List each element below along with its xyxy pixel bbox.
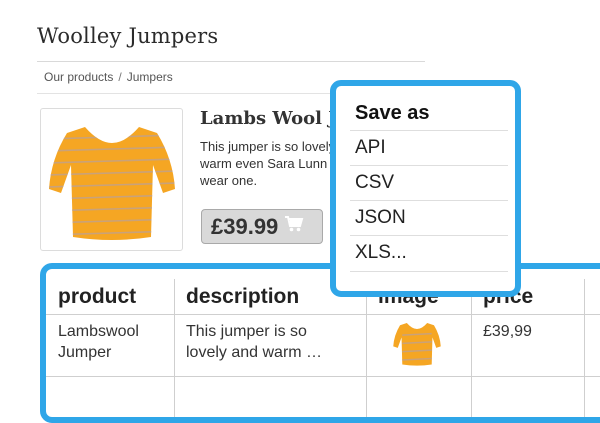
table-row[interactable]: Lambswool Jumper This jumper is so lovel…: [46, 314, 600, 377]
cell-price: £39,99: [483, 323, 532, 340]
product-description-line: wear one.: [200, 173, 258, 188]
breadcrumb-separator: /: [118, 70, 122, 84]
product-name: Lambs Wool Jumper: [200, 108, 340, 129]
cart-icon: [284, 215, 304, 238]
column-divider: [174, 279, 175, 417]
cell-product: Lambswool Jumper: [46, 314, 174, 363]
breadcrumb-item-jumpers[interactable]: Jumpers: [127, 70, 173, 84]
jumper-icon: [49, 127, 175, 240]
cell-description: This jumper is so lovely and warm …: [174, 314, 366, 363]
cell-product-line: Lambswool: [58, 323, 139, 340]
menu-title: Save as: [355, 102, 430, 124]
breadcrumb-item-products[interactable]: Our products: [44, 70, 113, 84]
add-to-cart-button[interactable]: £39.99: [201, 209, 323, 244]
save-as-menu: Save as API CSV JSON XLS...: [330, 80, 521, 297]
price-label: £39.99: [211, 213, 279, 239]
cell-description-line: This jumper is so: [186, 323, 307, 340]
breadcrumb: Our products / Jumpers: [44, 70, 173, 84]
menu-item-xls[interactable]: XLS...: [350, 235, 508, 269]
site-title: Woolley Jumpers: [37, 24, 219, 48]
product-description: This jumper is so lovely and warm even S…: [200, 138, 335, 190]
cell-image: [366, 314, 471, 372]
title-divider: [37, 61, 425, 62]
product-image-card[interactable]: [40, 108, 183, 251]
jumper-icon: [393, 323, 441, 366]
column-divider: [471, 279, 472, 417]
menu-item-api[interactable]: API: [350, 130, 508, 164]
menu-item-csv[interactable]: CSV: [350, 165, 508, 199]
product-description-line: This jumper is so lovely and: [200, 139, 335, 154]
menu-item-json[interactable]: JSON: [350, 200, 508, 234]
menu-divider: [350, 271, 508, 272]
column-divider: [366, 279, 367, 417]
cell-product-line: Jumper: [58, 344, 112, 361]
column-header-product[interactable]: product: [46, 269, 174, 309]
cell-description-line: lovely and warm …: [186, 344, 323, 361]
product-description-line: warm even Sara Lunn would: [200, 156, 335, 171]
column-divider: [584, 279, 585, 417]
